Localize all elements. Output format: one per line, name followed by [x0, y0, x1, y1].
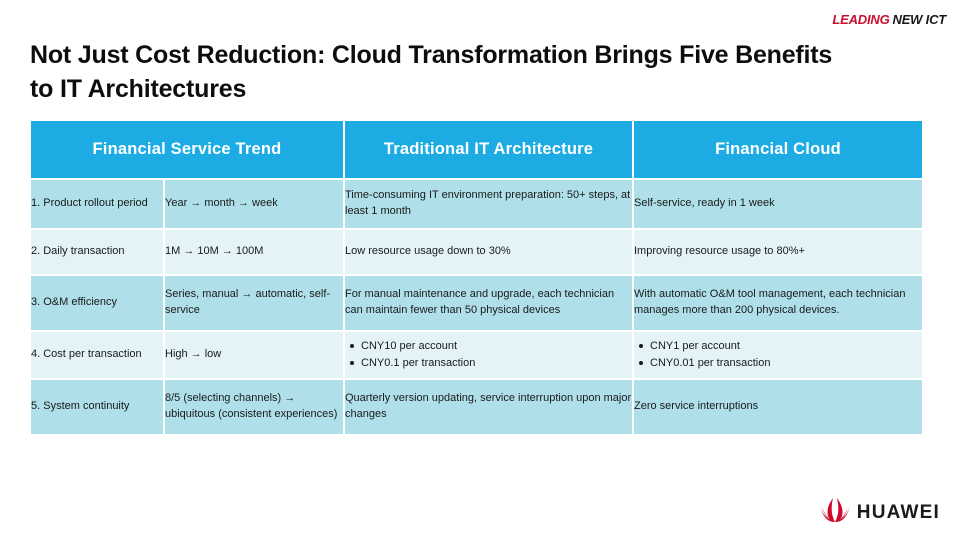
cell-item-3: 3. O&M efficiency	[31, 276, 163, 330]
cell-cloud-3: With automatic O&M tool management, each…	[634, 276, 922, 330]
brand-leading-text: LEADING	[832, 12, 890, 27]
cell-item-5: 5. System continuity	[31, 380, 163, 434]
cell-item-2: 2. Daily transaction	[31, 230, 163, 274]
table-row: 3. O&M efficiency Series, manual → autom…	[31, 276, 922, 330]
cell-traditional-1: Time-consuming IT environment preparatio…	[345, 180, 632, 228]
list-item: CNY1 per account	[639, 338, 922, 355]
cell-item-4: 4. Cost per transaction	[31, 332, 163, 378]
column-header-financial-cloud: Financial Cloud	[634, 121, 922, 178]
list-item: CNY10 per account	[350, 338, 632, 355]
cell-cloud-1: Self-service, ready in 1 week	[634, 180, 922, 228]
page-title: Not Just Cost Reduction: Cloud Transform…	[30, 41, 833, 103]
cell-item-1: 1. Product rollout period	[31, 180, 163, 228]
huawei-wordmark: HUAWEI	[856, 501, 940, 523]
cell-cloud-5: Zero service interruptions	[634, 380, 922, 434]
bullet-list-cloud-4: CNY1 per account CNY0.01 per transaction	[634, 338, 922, 371]
leading-new-ict-brandline: LEADING NEW ICT	[832, 12, 946, 27]
table-header: Financial Service Trend Traditional IT A…	[31, 121, 922, 178]
table-body: 1. Product rollout period Year → month →…	[31, 180, 922, 434]
column-header-traditional-it-architecture: Traditional IT Architecture	[345, 121, 632, 178]
list-item: CNY0.1 per transaction	[350, 355, 632, 372]
cell-traditional-5: Quarterly version updating, service inte…	[345, 380, 632, 434]
list-item: CNY0.01 per transaction	[639, 355, 922, 372]
cell-traditional-2: Low resource usage down to 30%	[345, 230, 632, 274]
cell-cloud-4: CNY1 per account CNY0.01 per transaction	[634, 332, 922, 378]
table-header-row: Financial Service Trend Traditional IT A…	[31, 121, 922, 178]
comparison-table-container: Financial Service Trend Traditional IT A…	[29, 119, 922, 436]
column-header-financial-service-trend: Financial Service Trend	[31, 121, 343, 178]
table-row: 5. System continuity 8/5 (selecting chan…	[31, 380, 922, 434]
cell-trend-5: 8/5 (selecting channels) → ubiquitous (c…	[165, 380, 343, 434]
brand-new-ict-text: NEW ICT	[892, 12, 947, 27]
cell-trend-1: Year → month → week	[165, 180, 343, 228]
cell-traditional-4: CNY10 per account CNY0.1 per transaction	[345, 332, 632, 378]
cell-trend-2: 1M → 10M → 100M	[165, 230, 343, 274]
table-row: 1. Product rollout period Year → month →…	[31, 180, 922, 228]
bullet-list-traditional-4: CNY10 per account CNY0.1 per transaction	[345, 338, 632, 371]
table-row: 2. Daily transaction 1M → 10M → 100M Low…	[31, 230, 922, 274]
cell-traditional-3: For manual maintenance and upgrade, each…	[345, 276, 632, 330]
cell-cloud-2: Improving resource usage to 80%+	[634, 230, 922, 274]
cell-trend-4: High → low	[165, 332, 343, 378]
table-row: 4. Cost per transaction High → low CNY10…	[31, 332, 922, 378]
cell-trend-3: Series, manual → automatic, self-service	[165, 276, 343, 330]
comparison-table: Financial Service Trend Traditional IT A…	[29, 119, 924, 436]
huawei-flower-icon	[819, 497, 850, 528]
huawei-logo: HUAWEI	[819, 497, 940, 528]
